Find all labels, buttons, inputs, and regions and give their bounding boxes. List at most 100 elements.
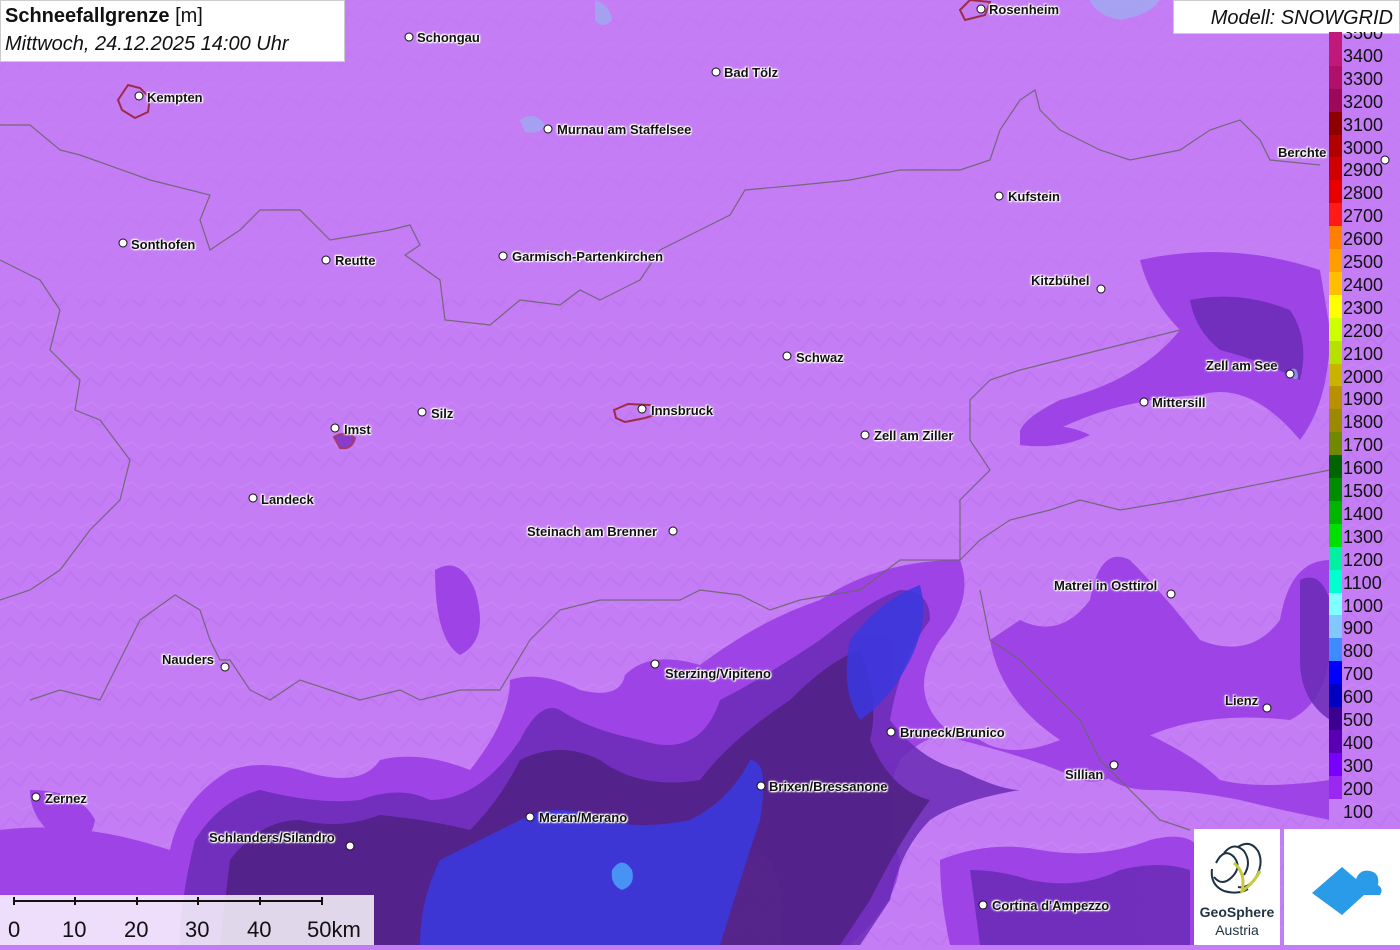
legend-item: 800 <box>1329 638 1400 662</box>
city-label: Rosenheim <box>989 2 1060 17</box>
legend-label: 3100 <box>1343 114 1384 135</box>
city-label: Sillian <box>1065 767 1104 782</box>
legend-item: 2600 <box>1329 226 1400 250</box>
color-legend: 3500 3400 3300 3200 3100 3000 2900 2800 2700 2600… <box>1329 32 1400 832</box>
city-marker <box>886 727 896 737</box>
legend-label: 2700 <box>1343 206 1384 227</box>
model-box: Modell: SNOWGRID <box>1173 0 1400 34</box>
legend-label: 2600 <box>1343 229 1384 250</box>
legend-swatch <box>1329 226 1342 250</box>
city-marker <box>978 900 988 910</box>
city-marker <box>525 812 535 822</box>
legend-item: 300 <box>1329 752 1400 776</box>
map-title: Schneefallgrenze [m] <box>5 5 203 28</box>
legend-swatch <box>1329 546 1342 570</box>
city-label: Schlanders/Silandro <box>209 830 335 845</box>
city-marker <box>543 124 553 134</box>
legend-swatch <box>1329 478 1342 501</box>
legend-label: 2300 <box>1343 297 1384 318</box>
legend-label: 900 <box>1343 618 1374 639</box>
city-marker <box>417 407 427 417</box>
legend-label: 700 <box>1343 664 1374 685</box>
scale-label: 10 <box>62 917 87 942</box>
city-label: Zernez <box>45 791 87 806</box>
city-label: Reutte <box>335 253 376 268</box>
title-unit: [m] <box>175 5 203 27</box>
legend-item: 3400 <box>1329 42 1400 66</box>
legend-item: 1900 <box>1329 386 1400 410</box>
weather-app-logo[interactable] <box>1284 829 1400 945</box>
legend-item: 1100 <box>1329 569 1400 593</box>
legend-item: 3300 <box>1329 65 1400 89</box>
cloud-house-icon <box>1312 867 1382 915</box>
city-label: Innsbruck <box>651 403 714 418</box>
legend-item: 900 <box>1329 615 1400 639</box>
geosphere-logo[interactable]: GeoSphere Austria <box>1194 829 1280 945</box>
city-label: Kitzbühel <box>1031 273 1090 288</box>
legend-item: 200 <box>1329 775 1400 799</box>
legend-swatch <box>1329 294 1342 318</box>
legend-swatch <box>1329 432 1342 456</box>
city-label: Landeck <box>261 492 314 507</box>
legend-swatch <box>1329 157 1342 181</box>
legend-swatch <box>1329 42 1342 66</box>
legend-swatch <box>1329 65 1342 89</box>
city-marker <box>756 781 766 791</box>
legend-label: 1200 <box>1343 549 1384 570</box>
legend-label: 800 <box>1343 641 1374 662</box>
legend-item: 100 <box>1329 798 1400 822</box>
city-label: Silz <box>431 406 454 421</box>
scale-bar: 0 10 20 30 40 50km <box>0 895 374 945</box>
legend-swatch <box>1329 340 1342 364</box>
legend-label: 1800 <box>1343 412 1384 433</box>
geosphere-swirl-icon <box>1210 842 1262 895</box>
city-marker <box>1262 703 1272 713</box>
legend-swatch <box>1329 707 1342 730</box>
legend-label: 2500 <box>1343 252 1384 272</box>
legend-swatch <box>1329 592 1342 616</box>
city-label: Kempten <box>147 90 203 105</box>
legend-swatch <box>1329 88 1342 112</box>
city-marker <box>1285 369 1295 379</box>
legend-swatch <box>1329 386 1342 410</box>
snowfall-limit-map[interactable] <box>0 0 1400 945</box>
legend-item: 1800 <box>1329 409 1400 433</box>
city-label: Cortina d'Ampezzo <box>992 898 1110 913</box>
city-label: Sonthofen <box>131 237 196 252</box>
legend-swatch <box>1329 638 1342 662</box>
legend-label: 1900 <box>1343 389 1384 410</box>
legend-swatch <box>1329 798 1342 822</box>
legend-item: 2300 <box>1329 294 1400 318</box>
legend-swatch <box>1329 249 1342 272</box>
legend-swatch <box>1329 684 1342 708</box>
legend-swatch <box>1329 111 1342 135</box>
scale-label: 0 <box>8 917 21 942</box>
city-label: Lienz <box>1225 693 1259 708</box>
title-parameter: Schneefallgrenze <box>5 5 170 27</box>
legend-swatch <box>1329 271 1342 295</box>
city-marker <box>637 404 647 414</box>
city-marker <box>330 423 340 433</box>
legend-label: 1700 <box>1343 435 1384 456</box>
city-marker <box>860 430 870 440</box>
legend-label: 1300 <box>1343 526 1384 547</box>
city-marker <box>404 32 414 42</box>
legend-label: 3000 <box>1343 137 1384 158</box>
city-marker <box>1166 589 1176 599</box>
city-label: Imst <box>344 422 371 437</box>
legend-swatch <box>1329 203 1342 227</box>
legend-item: 1000 <box>1329 592 1400 616</box>
legend-label: 1100 <box>1343 572 1382 593</box>
city-label: Berchte <box>1278 145 1327 160</box>
legend-item: 2000 <box>1329 363 1400 387</box>
city-marker <box>134 91 144 101</box>
legend-label: 3200 <box>1343 91 1384 112</box>
city-marker <box>668 526 678 536</box>
city-label: Schwaz <box>796 350 844 365</box>
city-label: Kufstein <box>1008 189 1060 204</box>
city-label: Murnau am Staffelsee <box>557 122 692 137</box>
legend-item: 2900 <box>1329 157 1400 181</box>
legend-item: 500 <box>1329 707 1400 730</box>
legend-swatch <box>1329 363 1342 387</box>
city-marker <box>994 191 1004 201</box>
